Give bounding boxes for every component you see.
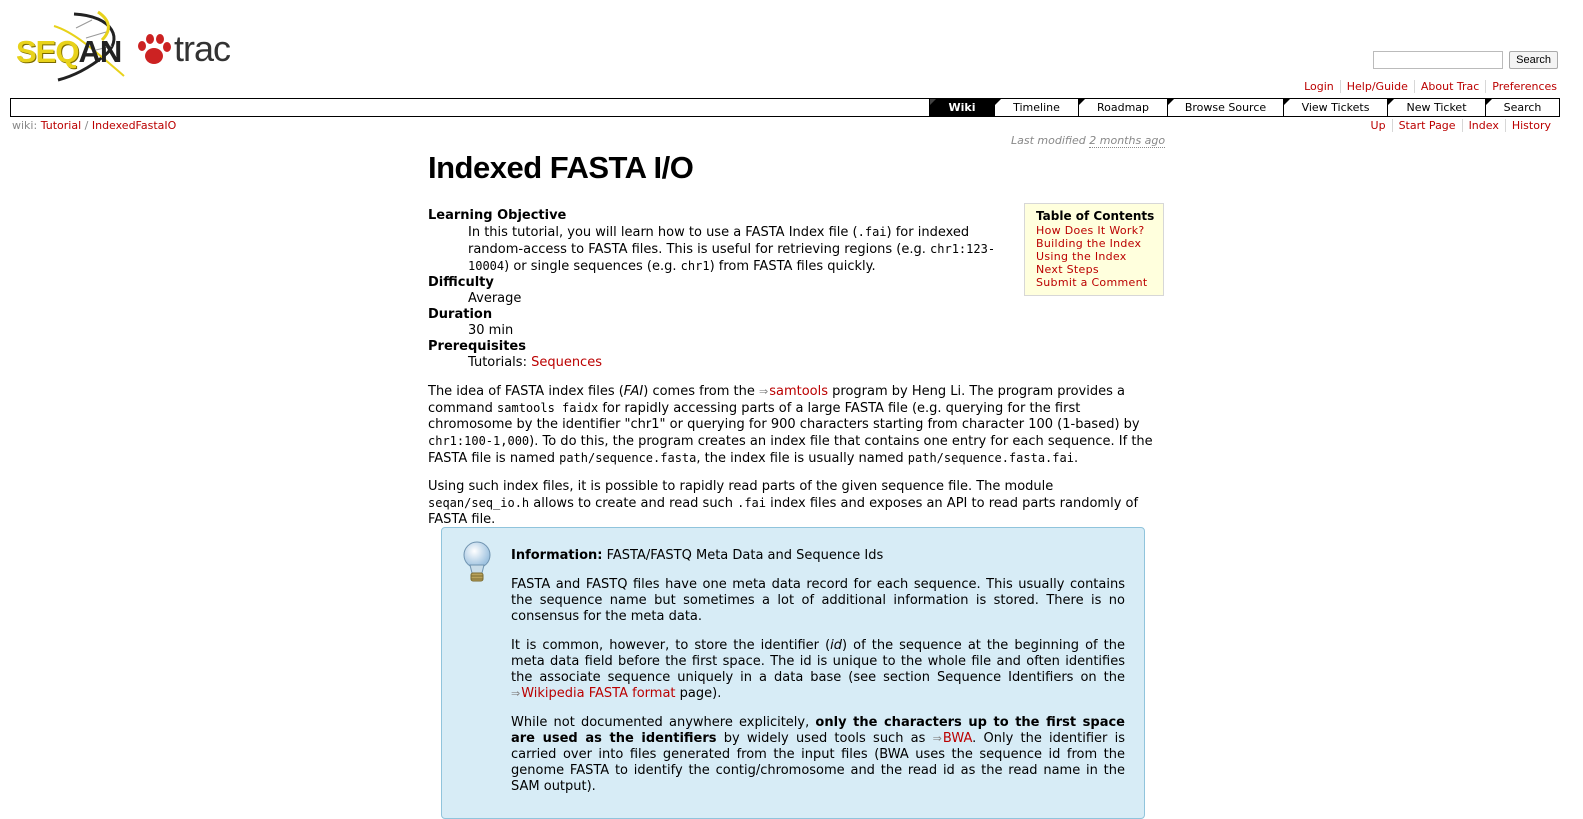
context-nav: Up Start Page Index History [1365,119,1551,132]
tutorial-meta: Learning Objective In this tutorial, you… [428,208,1158,371]
search-button[interactable]: Search [1509,51,1558,69]
up-link[interactable]: Up [1365,119,1392,132]
nav-tab-view-tickets[interactable]: View Tickets [1283,99,1387,116]
index-link[interactable]: Index [1461,119,1505,132]
main-nav: Wiki Timeline Roadmap Browse Source View… [10,98,1560,117]
search-form: Search [1373,51,1558,69]
prerequisites-value: Tutorials: Sequences [468,355,602,370]
meta-nav: Login Help/Guide About Trac Preferences [1298,80,1557,93]
external-link-icon: ⇒ [758,385,769,398]
duration-value: 30 min [468,323,514,338]
nav-tab-wiki[interactable]: Wiki [929,99,994,116]
objective-label: Learning Objective [428,208,567,223]
breadcrumb-page-link[interactable]: IndexedFastaIO [92,119,176,132]
information-paragraph-2: It is common, however, to store the iden… [511,638,1125,701]
logo-seqan-text: SEQAN [16,34,122,69]
difficulty-value: Average [468,291,522,306]
last-modified: Last modified 2 months ago [1011,134,1166,148]
help-guide-link[interactable]: Help/Guide [1339,80,1414,93]
breadcrumb-prefix: wiki: [12,119,38,132]
difficulty-label: Difficulty [428,275,494,290]
logo-trac-text: trac [174,28,231,69]
wiki-content: Indexed FASTA I/O Learning Objective In … [428,148,1158,540]
search-input[interactable] [1373,51,1504,69]
information-paragraph-1: FASTA and FASTQ files have one meta data… [511,577,1125,624]
information-paragraph-3: While not documented anywhere explicitel… [511,715,1126,794]
intro-paragraph: The idea of FASTA index files (FAI) come… [428,384,1153,466]
breadcrumb-separator: / [84,119,89,132]
information-text: Information: FASTA/FASTQ Meta Data and S… [511,548,1125,808]
nav-tab-new-ticket[interactable]: New Ticket [1387,99,1485,116]
login-link[interactable]: Login [1298,80,1340,93]
information-heading: Information: FASTA/FASTQ Meta Data and S… [511,548,884,563]
breadcrumb-tutorial-link[interactable]: Tutorial [41,119,81,132]
samtools-link[interactable]: ⇒samtools [759,384,828,399]
bwa-link[interactable]: ⇒BWA [933,731,972,746]
seqan-trac-logo[interactable]: SEQAN trac [14,10,231,82]
wikipedia-fasta-link[interactable]: ⇒Wikipedia FASTA format [511,686,676,701]
about-trac-link[interactable]: About Trac [1413,80,1486,93]
sequences-link[interactable]: Sequences [531,355,602,370]
breadcrumb: wiki: Tutorial / IndexedFastaIO [12,119,176,132]
external-link-icon: ⇒ [932,732,942,745]
preferences-link[interactable]: Preferences [1485,80,1557,93]
prerequisites-label: Prerequisites [428,339,526,354]
history-link[interactable]: History [1504,119,1551,132]
information-box: Information: FASTA/FASTQ Meta Data and S… [441,527,1145,819]
nav-tab-roadmap[interactable]: Roadmap [1078,99,1167,116]
paw-icon [138,34,171,64]
module-paragraph: Using such index files, it is possible t… [428,479,1139,527]
objective-text: In this tutorial, you will learn how to … [468,225,996,274]
lightbulb-icon [463,541,491,582]
nav-tab-search[interactable]: Search [1485,99,1559,116]
nav-tab-browse-source[interactable]: Browse Source [1167,99,1283,116]
page-title: Indexed FASTA I/O [428,150,694,185]
start-page-link[interactable]: Start Page [1391,119,1462,132]
external-link-icon: ⇒ [511,687,521,700]
last-modified-link[interactable]: 2 months ago [1089,134,1166,148]
nav-tab-timeline[interactable]: Timeline [994,99,1078,116]
duration-label: Duration [428,307,493,322]
